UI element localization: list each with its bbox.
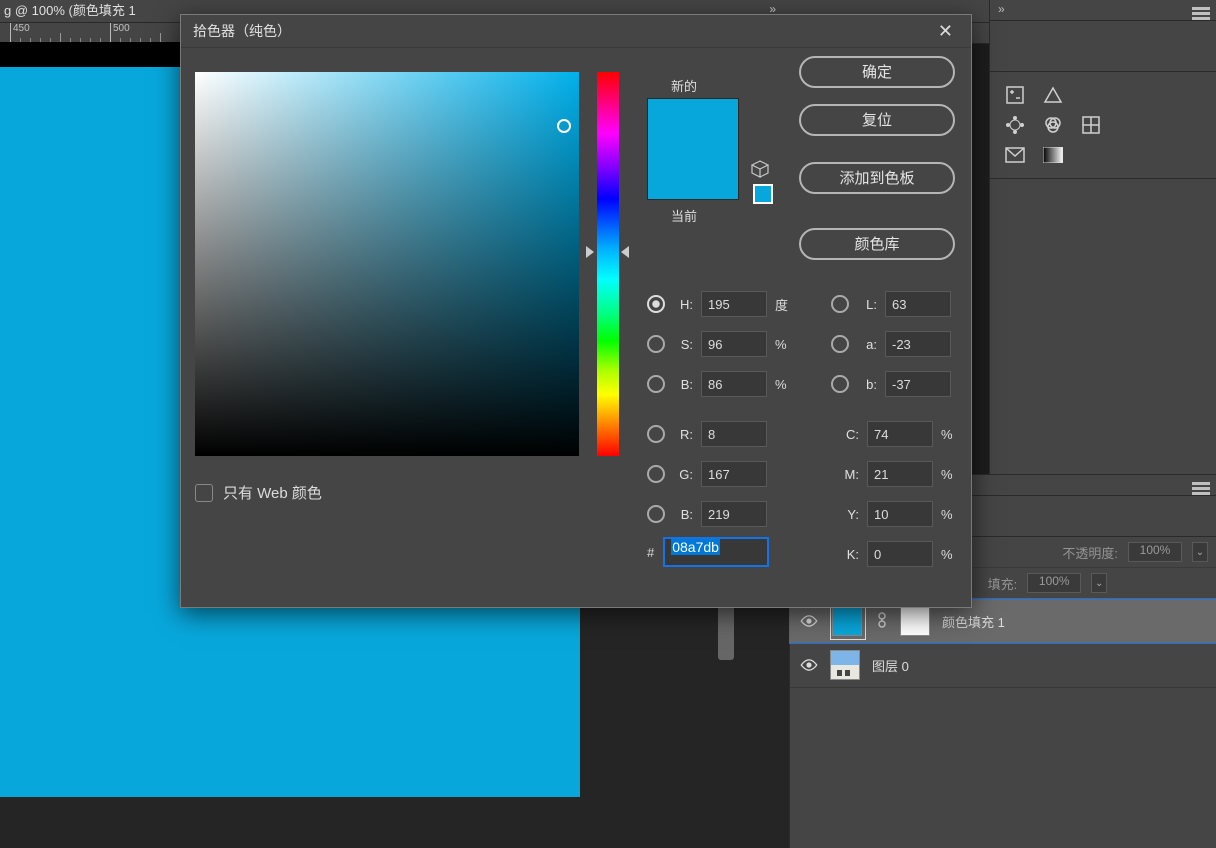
reset-button[interactable]: 复位 (799, 104, 955, 136)
opacity-label: 不透明度: (1062, 543, 1118, 562)
c-label: C: (831, 427, 859, 442)
g-radio[interactable] (647, 465, 665, 483)
b-label: B: (673, 377, 693, 392)
color-library-button[interactable]: 颜色库 (799, 228, 955, 260)
exposure-icon[interactable] (1004, 84, 1026, 106)
document-tab-title: g @ 100% (颜色填充 1 (4, 3, 136, 18)
web-only-label: 只有 Web 颜色 (223, 482, 322, 503)
web-only-checkbox[interactable] (195, 484, 213, 502)
h-label: H: (673, 297, 693, 312)
hue-pointer[interactable] (621, 246, 629, 258)
hash-label: # (647, 545, 654, 560)
r-input[interactable] (701, 421, 767, 447)
sb-cursor[interactable] (557, 119, 571, 133)
gradient-icon[interactable] (1042, 144, 1064, 166)
b2-label: B: (673, 507, 693, 522)
k-input[interactable] (867, 541, 933, 567)
triangle-icon[interactable] (1042, 84, 1064, 106)
y-input[interactable] (867, 501, 933, 527)
c-input[interactable] (867, 421, 933, 447)
s-label: S: (673, 337, 693, 352)
s-input[interactable] (701, 331, 767, 357)
adjustment-icon[interactable] (1004, 114, 1026, 136)
hex-value: 08a7db (671, 539, 720, 555)
layer-name[interactable]: 颜色填充 1 (942, 612, 1005, 631)
ok-button[interactable]: 确定 (799, 56, 955, 88)
collapse-icon[interactable]: » (769, 2, 776, 16)
h-radio[interactable] (647, 295, 665, 313)
a-input[interactable] (885, 331, 951, 357)
fill-input[interactable]: 100% (1027, 573, 1081, 593)
m-label: M: (831, 467, 859, 482)
dialog-title: 拾色器（纯色） (193, 15, 291, 47)
r-label: R: (673, 427, 693, 442)
envelope-icon[interactable] (1004, 144, 1026, 166)
k-label: K: (831, 547, 859, 562)
l-radio[interactable] (831, 295, 849, 313)
panel-menu-icon[interactable] (1192, 2, 1210, 17)
chevron-down-icon[interactable]: ⌄ (1091, 573, 1107, 593)
layer-mask-thumb[interactable] (900, 606, 930, 636)
b-radio[interactable] (647, 375, 665, 393)
hue-pointer[interactable] (586, 246, 594, 258)
l-input[interactable] (885, 291, 951, 317)
b2-radio[interactable] (647, 505, 665, 523)
add-swatch-button[interactable]: 添加到色板 (799, 162, 955, 194)
color-picker-dialog: 拾色器（纯色） ✕ 新的 当前 确定 复位 添加到色板 颜色库 H: (180, 14, 972, 608)
new-color-swatch[interactable] (648, 99, 738, 149)
layer-thumb[interactable] (830, 650, 860, 680)
dialog-titlebar[interactable]: 拾色器（纯色） ✕ (181, 15, 971, 48)
fill-label: 填充: (988, 574, 1018, 593)
hex-input[interactable]: 08a7db (664, 538, 768, 566)
close-icon[interactable]: ✕ (932, 15, 959, 47)
layer-name[interactable]: 图层 0 (872, 656, 909, 675)
chevron-down-icon[interactable]: ⌄ (1192, 542, 1208, 562)
a-label: a: (857, 337, 877, 352)
new-color-label: 新的 (671, 76, 697, 95)
h-input[interactable] (701, 291, 767, 317)
link-icon (876, 612, 888, 631)
websafe-swatch[interactable] (753, 184, 773, 204)
opacity-input[interactable]: 100% (1128, 542, 1182, 562)
channels-icon[interactable] (1042, 114, 1064, 136)
collapse-icon[interactable]: » (998, 2, 1005, 16)
lab-b-radio[interactable] (831, 375, 849, 393)
lab-b-input[interactable] (885, 371, 951, 397)
layer-item-bg[interactable]: 图层 0 (790, 643, 1216, 688)
panel-menu-icon[interactable] (1192, 477, 1210, 492)
b-input[interactable] (701, 371, 767, 397)
a-radio[interactable] (831, 335, 849, 353)
saturation-brightness-field[interactable] (195, 72, 579, 456)
scrollbar-thumb[interactable] (718, 600, 734, 660)
cube-icon[interactable] (751, 160, 769, 181)
lab-b-label: b: (857, 377, 877, 392)
b2-input[interactable] (701, 501, 767, 527)
current-color-swatch[interactable] (648, 149, 738, 199)
m-input[interactable] (867, 461, 933, 487)
hue-slider[interactable] (597, 72, 619, 456)
visibility-icon[interactable] (800, 615, 818, 627)
color-preview (647, 98, 739, 200)
visibility-icon[interactable] (800, 659, 818, 671)
grid-icon[interactable] (1080, 114, 1102, 136)
y-label: Y: (831, 507, 859, 522)
r-radio[interactable] (647, 425, 665, 443)
g-label: G: (673, 467, 693, 482)
s-radio[interactable] (647, 335, 665, 353)
l-label: L: (857, 297, 877, 312)
g-input[interactable] (701, 461, 767, 487)
current-color-label: 当前 (671, 206, 697, 225)
